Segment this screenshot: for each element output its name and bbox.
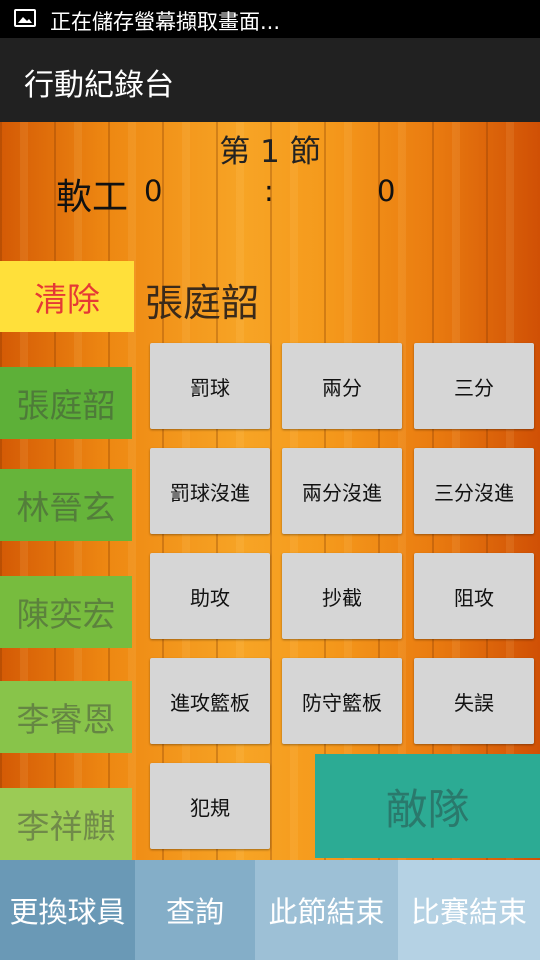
home-score: 0	[144, 174, 163, 208]
free-throw-miss-button[interactable]: 罰球沒進	[150, 448, 270, 534]
status-bar: 正在儲存螢幕擷取畫面...	[0, 0, 540, 38]
opponent-button[interactable]: 敵隊	[315, 754, 540, 858]
player-button[interactable]: 李睿恩	[0, 681, 132, 753]
query-button[interactable]: 查詢	[135, 860, 255, 960]
current-player-name: 張庭韶	[145, 281, 260, 325]
two-points-button[interactable]: 兩分	[282, 343, 402, 429]
clear-button[interactable]: 清除	[0, 261, 134, 332]
three-points-button[interactable]: 三分	[414, 343, 534, 429]
player-button[interactable]: 李祥麒	[0, 788, 132, 860]
team-name: 軟工	[56, 177, 129, 218]
player-button[interactable]: 張庭韶	[0, 367, 132, 439]
image-icon	[14, 9, 36, 27]
change-player-button[interactable]: 更換球員	[0, 860, 135, 960]
block-button[interactable]: 阻攻	[414, 553, 534, 639]
app-title: 行動紀錄台	[24, 68, 174, 103]
offensive-rebound-button[interactable]: 進攻籃板	[150, 658, 270, 744]
player-button[interactable]: 林晉玄	[0, 469, 132, 541]
app-bar: 行動紀錄台	[0, 38, 540, 122]
assist-button[interactable]: 助攻	[150, 553, 270, 639]
end-period-button[interactable]: 此節結束	[255, 860, 398, 960]
bottom-nav: 更換球員 查詢 此節結束 比賽結束	[0, 860, 540, 960]
period-label: 第 1 節	[219, 134, 321, 170]
steal-button[interactable]: 抄截	[282, 553, 402, 639]
two-points-miss-button[interactable]: 兩分沒進	[282, 448, 402, 534]
free-throw-button[interactable]: 罰球	[150, 343, 270, 429]
turnover-button[interactable]: 失誤	[414, 658, 534, 744]
score-separator: :	[264, 174, 274, 208]
player-button[interactable]: 陳奕宏	[0, 576, 132, 648]
away-score: 0	[377, 174, 396, 208]
foul-button[interactable]: 犯規	[150, 763, 270, 849]
defensive-rebound-button[interactable]: 防守籃板	[282, 658, 402, 744]
notification-text: 正在儲存螢幕擷取畫面...	[50, 10, 281, 34]
three-points-miss-button[interactable]: 三分沒進	[414, 448, 534, 534]
court-area: 第 1 節 軟工 0 : 0 清除 張庭韶 張庭韶 林晉玄 陳奕宏 李睿恩 李祥…	[0, 122, 540, 860]
end-game-button[interactable]: 比賽結束	[398, 860, 540, 960]
